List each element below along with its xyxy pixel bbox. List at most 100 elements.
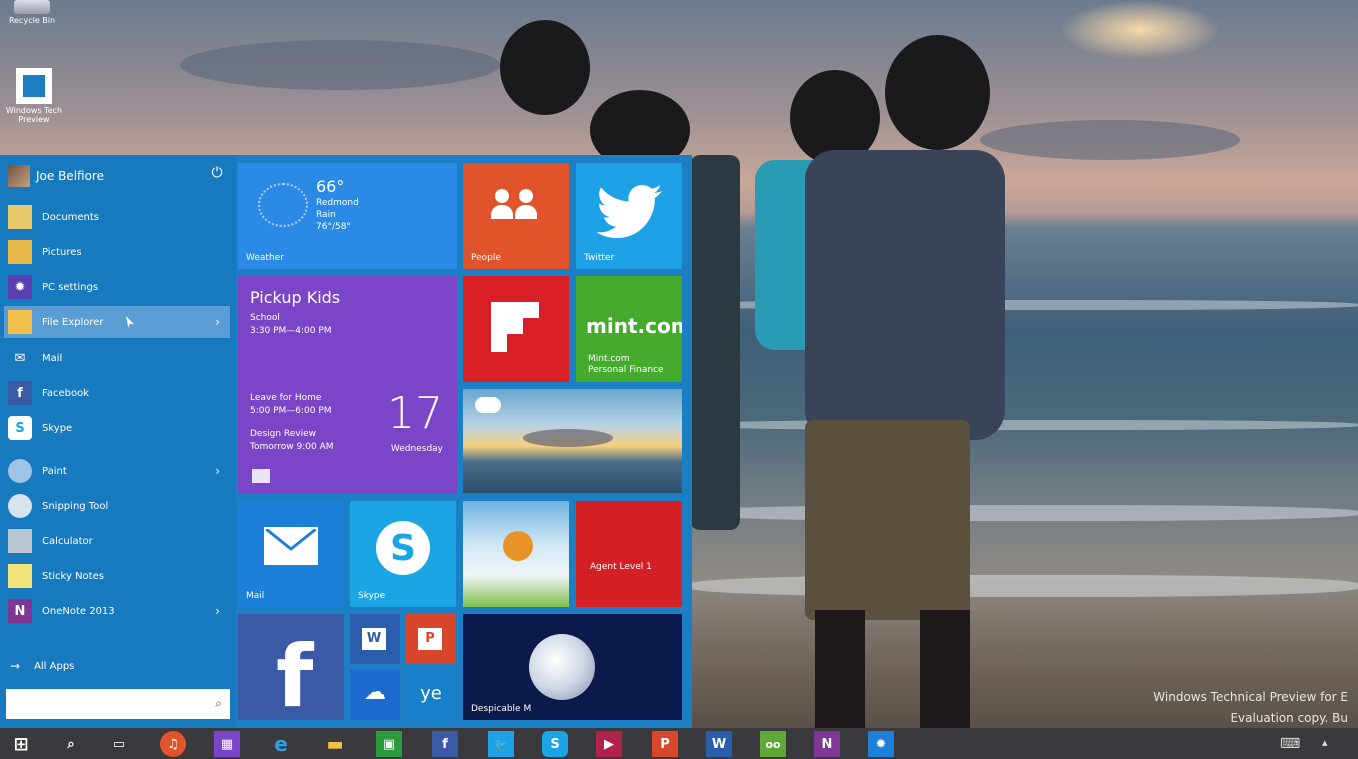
rain-cloud-icon [258,183,308,227]
weather-condition: Rain [316,210,336,220]
desktop-icon-tech-preview[interactable]: Windows Tech Preview [4,68,64,124]
twitter-icon [596,185,662,238]
sunset-glow [1060,0,1220,60]
keyboard-icon[interactable]: ⌨ [1280,736,1300,752]
tile-skype[interactable]: S Skype [350,501,456,607]
calendar-day-name: Wednesday [390,444,443,454]
tripadvisor-icon [475,397,501,413]
facebook-icon[interactable]: f [432,731,458,757]
documents-icon [8,205,32,229]
onedrive-icon: ☁ [364,680,386,705]
power-icon[interactable]: ⏻ [208,165,226,183]
music-icon[interactable]: ♫ [160,731,186,757]
mail-icon: ✉ [14,350,26,366]
start-item-calculator[interactable]: Calculator [4,525,230,557]
word-icon[interactable]: W [706,731,732,757]
mint-label: Mint.com Personal Finance [588,354,664,376]
tile-game[interactable] [463,501,569,607]
tile-weather[interactable]: 66° Redmond Rain 76°/58° Weather [238,163,457,269]
skype-icon: S [8,416,32,440]
start-item-onenote[interactable]: N OneNote 2013 › [4,595,230,627]
user-account[interactable]: Joe Belfiore [8,165,104,187]
tile-despicable-me[interactable]: Despicable M [463,614,682,720]
chevron-right-icon[interactable]: › [215,464,220,478]
tile-tripadvisor[interactable] [463,389,682,493]
start-item-label: File Explorer [42,316,104,328]
tile-agent[interactable]: Agent Level 1 [576,501,682,607]
cloud [180,40,500,90]
tile-yammer[interactable]: ye [406,670,456,720]
man-shirt [805,150,1005,440]
start-search-box[interactable]: ⌕ [6,689,230,719]
settings-icon[interactable]: ✹ [868,731,894,757]
tripadvisor-icon[interactable]: oo [760,731,786,757]
tile-word[interactable]: W [350,614,400,664]
tile-facebook[interactable]: f [238,614,344,720]
task-view-icon[interactable]: ▭ [106,731,132,757]
gear-icon: ✹ [8,275,32,299]
tile-onedrive[interactable]: ☁ [350,670,400,720]
start-item-snipping-tool[interactable]: Snipping Tool [4,490,230,522]
tile-powerpoint[interactable]: P [406,614,456,664]
watermark-line1: Windows Technical Preview for E [1153,690,1348,704]
tile-label: Despicable M [471,704,532,714]
start-item-pictures[interactable]: Pictures [4,236,230,268]
tile-label: People [471,253,501,263]
start-item-pc-settings[interactable]: ✹ PC settings [4,271,230,303]
cloud [523,429,613,447]
start-item-mail[interactable]: ✉ Mail [4,342,230,374]
video-icon[interactable]: ▶ [596,731,622,757]
tile-mint[interactable]: mint.com Mint.com Personal Finance [576,276,682,382]
event-time: Tomorrow 9:00 AM [250,442,334,452]
store-icon[interactable]: ▣ [376,731,402,757]
user-name: Joe Belfiore [36,169,104,183]
start-item-label: Pictures [42,246,82,258]
recycle-bin-icon [14,0,50,14]
tile-people[interactable]: People [463,163,569,269]
chevron-right-icon[interactable]: › [215,604,220,618]
file-explorer-icon[interactable]: ▬ [322,731,348,757]
start-button[interactable]: ⊞ [8,731,34,757]
calendar-title: Pickup Kids [250,288,341,307]
tile-label: Mail [246,591,265,601]
tile-twitter[interactable]: Twitter [576,163,682,269]
powerpoint-icon[interactable]: P [652,731,678,757]
start-item-label: Facebook [42,387,89,399]
start-item-sticky-notes[interactable]: Sticky Notes [4,560,230,592]
all-apps-button[interactable]: → All Apps [10,659,74,673]
start-item-paint[interactable]: Paint › [4,455,230,487]
man-leg [920,610,970,730]
weather-temp: 66° [316,177,345,196]
taskbar: ⊞ ⌕ ▭ ♫ ▦ e ▬ ▣ f 🐦 S ▶ P W oo N ✹ ⌨ ▴ [0,728,1358,759]
word-icon: W [362,628,386,650]
start-item-label: Skype [42,422,73,434]
sticky-notes-icon [8,564,32,588]
start-item-skype[interactable]: S Skype [4,412,230,444]
start-item-facebook[interactable]: f Facebook [4,377,230,409]
tile-calendar[interactable]: Pickup Kids School 3:30 PM—4:00 PM Leave… [238,276,457,493]
start-item-documents[interactable]: Documents [4,201,230,233]
desktop-icon-recycle-bin[interactable]: Recycle Bin [2,0,62,25]
cloud [980,120,1240,160]
start-item-file-explorer[interactable]: File Explorer › [4,306,230,338]
ocean-wave [690,420,1358,430]
calculator-icon [8,529,32,553]
chevron-right-icon[interactable]: › [215,315,220,329]
desktop-icon-label: Recycle Bin [8,16,56,25]
chevron-up-icon[interactable]: ▴ [1322,736,1328,749]
twitter-icon[interactable]: 🐦 [488,731,514,757]
calculator-icon[interactable]: ▦ [214,731,240,757]
man-shorts [805,420,970,620]
internet-explorer-icon[interactable]: e [268,731,294,757]
tile-label: Weather [246,253,284,263]
onenote-icon[interactable]: N [814,731,840,757]
event-name: School [250,313,280,323]
tile-label: Personal Finance [588,365,664,375]
flipboard-icon-part [491,318,523,334]
tile-mail[interactable]: Mail [238,501,344,607]
snipping-tool-icon [8,494,32,518]
search-icon[interactable]: ⌕ [58,731,84,757]
yammer-icon: ye [420,683,442,704]
tile-flipboard[interactable] [463,276,569,382]
skype-icon[interactable]: S [542,731,568,757]
